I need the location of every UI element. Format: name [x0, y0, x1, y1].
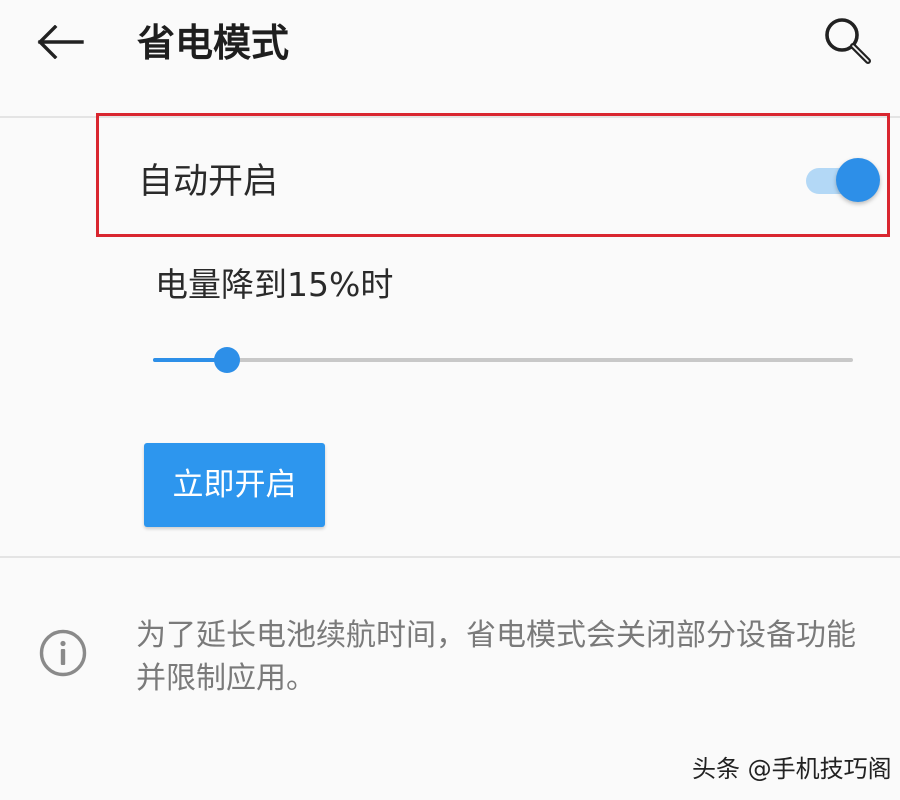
info-icon [39, 629, 87, 677]
auto-enable-switch[interactable] [802, 156, 880, 206]
page-title: 省电模式 [137, 21, 290, 65]
auto-enable-label: 自动开启 [138, 162, 279, 202]
slider-thumb[interactable] [214, 347, 240, 373]
battery-threshold-label: 电量降到15%时 [155, 265, 394, 304]
app-bar: 省电模式 [0, 0, 900, 118]
search-icon [825, 18, 871, 64]
section-divider [0, 556, 900, 558]
back-button[interactable] [32, 16, 88, 68]
auto-enable-row[interactable]: 自动开启 [100, 118, 886, 234]
enable-now-button[interactable]: 立即开启 [144, 443, 325, 527]
slider-rail [153, 358, 853, 362]
info-description: 为了延长电池续航时间，省电模式会关闭部分设备功能并限制应用。 [136, 618, 856, 696]
battery-threshold-slider[interactable] [153, 346, 853, 376]
switch-thumb [836, 158, 880, 202]
watermark: 头条 @手机技巧阁 [692, 755, 892, 783]
arrow-left-icon [37, 25, 84, 59]
search-button[interactable] [818, 12, 878, 70]
